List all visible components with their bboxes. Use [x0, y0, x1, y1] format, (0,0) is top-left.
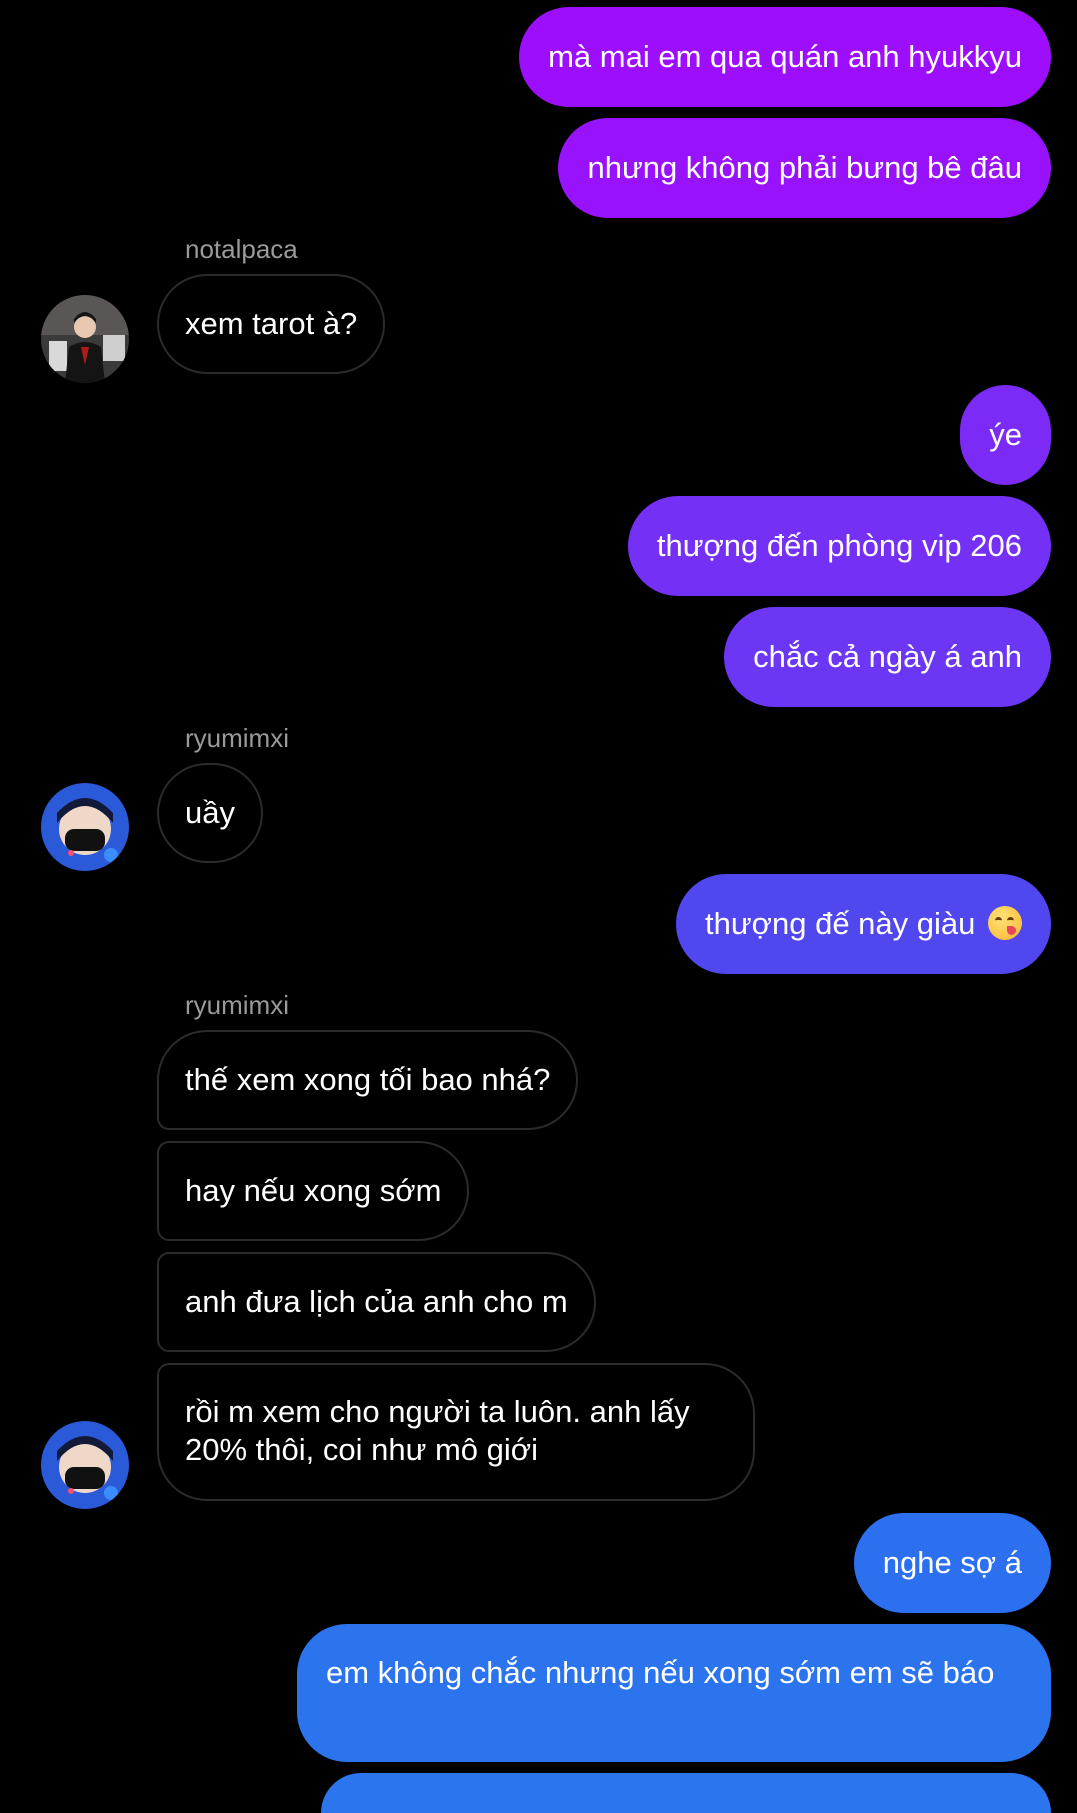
sender-name: notalpaca: [185, 234, 298, 264]
outgoing-message-partial[interactable]: [321, 1773, 1051, 1813]
outgoing-message[interactable]: ýe: [960, 385, 1051, 485]
message-text: mà mai em qua quán anh hyukkyu: [548, 39, 1022, 74]
avatar[interactable]: [41, 1421, 129, 1509]
incoming-message[interactable]: thế xem xong tối bao nhá?: [157, 1030, 579, 1130]
message-text: xem tarot à?: [185, 306, 358, 341]
outgoing-message[interactable]: em không chắc nhưng nếu xong sớm em sẽ b…: [297, 1624, 1051, 1762]
message-text: rồi m xem cho người ta luôn. anh lấy 20%…: [185, 1394, 690, 1467]
sender-name: ryumimxi: [185, 723, 289, 753]
avatar-ryumimxi: [41, 1421, 129, 1509]
message-text: chắc cả ngày á anh: [753, 639, 1022, 674]
message-text: thế xem xong tối bao nhá?: [185, 1062, 551, 1097]
outgoing-message[interactable]: mà mai em qua quán anh hyukkyu: [519, 7, 1051, 107]
sender-name: ryumimxi: [185, 990, 289, 1020]
incoming-message[interactable]: hay nếu xong sớm: [157, 1141, 470, 1241]
message-text: uầy: [185, 795, 235, 830]
message-text: thượng đến phòng vip 206: [656, 528, 1022, 563]
outgoing-message[interactable]: chắc cả ngày á anh: [724, 607, 1051, 707]
avatar[interactable]: [41, 295, 129, 383]
face-savoring-food-emoji: [988, 906, 1022, 940]
message-text: em không chắc nhưng nếu xong sớm em sẽ b…: [326, 1655, 995, 1690]
message-text: ýe: [989, 417, 1022, 452]
outgoing-message[interactable]: nhưng không phải bưng bê đâu: [558, 118, 1051, 218]
incoming-message[interactable]: uầy: [157, 763, 263, 863]
avatar-ryumimxi: [41, 783, 129, 871]
avatar-notalpaca: [41, 295, 129, 383]
incoming-message[interactable]: anh đưa lịch của anh cho m: [157, 1252, 596, 1352]
message-text: thượng đế này giàu: [705, 906, 976, 941]
avatar[interactable]: [41, 783, 129, 871]
incoming-message[interactable]: xem tarot à?: [157, 274, 386, 374]
message-text: nhưng không phải bưng bê đâu: [587, 150, 1022, 185]
message-text: hay nếu xong sớm: [185, 1173, 442, 1208]
incoming-message[interactable]: rồi m xem cho người ta luôn. anh lấy 20%…: [157, 1363, 755, 1501]
outgoing-message[interactable]: thượng đế này giàu: [676, 874, 1051, 974]
message-text: nghe sợ á: [882, 1545, 1022, 1580]
message-text: anh đưa lịch của anh cho m: [185, 1284, 568, 1319]
outgoing-message[interactable]: nghe sợ á: [853, 1513, 1051, 1613]
outgoing-message[interactable]: thượng đến phòng vip 206: [627, 496, 1051, 596]
